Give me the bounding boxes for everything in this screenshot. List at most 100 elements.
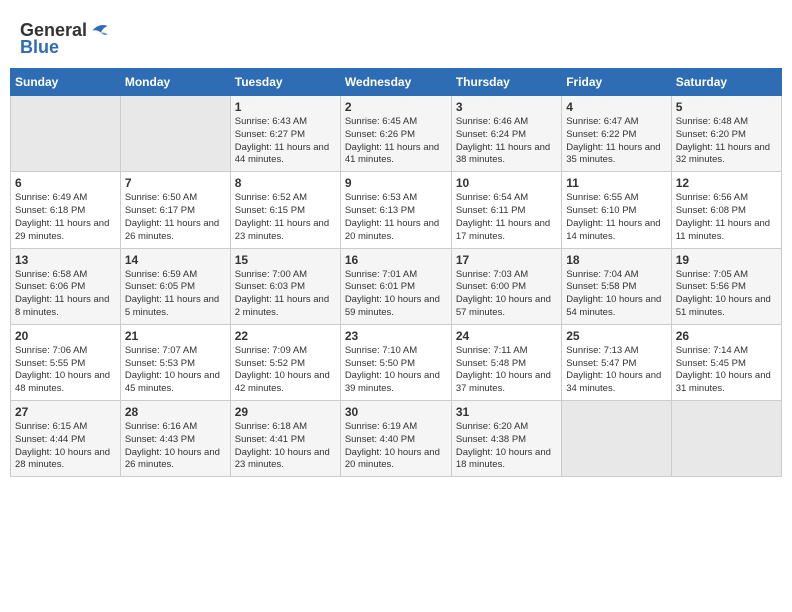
day-number: 11 bbox=[566, 176, 666, 190]
calendar-cell bbox=[671, 401, 781, 477]
cell-content: Sunrise: 6:55 AMSunset: 6:10 PMDaylight:… bbox=[566, 192, 666, 243]
calendar-week-row: 27Sunrise: 6:15 AMSunset: 4:44 PMDayligh… bbox=[11, 401, 782, 477]
calendar-table: SundayMondayTuesdayWednesdayThursdayFrid… bbox=[10, 68, 782, 477]
day-number: 22 bbox=[235, 329, 336, 343]
cell-content: Sunrise: 6:52 AMSunset: 6:15 PMDaylight:… bbox=[235, 192, 336, 243]
calendar-cell bbox=[120, 96, 230, 172]
calendar-cell: 15Sunrise: 7:00 AMSunset: 6:03 PMDayligh… bbox=[230, 248, 340, 324]
day-header-thursday: Thursday bbox=[451, 69, 561, 96]
day-number: 17 bbox=[456, 253, 557, 267]
day-number: 15 bbox=[235, 253, 336, 267]
calendar-cell: 16 Sunrise: 7:01 AMSunset: 6:01 PMDayligh… bbox=[340, 248, 451, 324]
cell-content: Sunrise: 6:54 AMSunset: 6:11 PMDaylight:… bbox=[456, 192, 557, 243]
day-number: 29 bbox=[235, 405, 336, 419]
calendar-cell: 30 Sunrise: 6:19 AMSunset: 4:40 PMDayligh… bbox=[340, 401, 451, 477]
day-header-tuesday: Tuesday bbox=[230, 69, 340, 96]
cell-content: Sunrise: 6:47 AMSunset: 6:22 PMDaylight:… bbox=[566, 116, 666, 167]
calendar-cell: 7 Sunrise: 6:50 AMSunset: 6:17 PMDaylight… bbox=[120, 172, 230, 248]
cell-content: Sunrise: 7:13 AMSunset: 5:47 PMDaylight:… bbox=[566, 345, 666, 396]
cell-content: Sunrise: 6:20 AMSunset: 4:38 PMDaylight:… bbox=[456, 421, 557, 472]
cell-content: Sunrise: 7:03 AMSunset: 6:00 PMDaylight:… bbox=[456, 269, 557, 320]
day-number: 9 bbox=[345, 176, 447, 190]
cell-content: Sunrise: 6:19 AMSunset: 4:40 PMDaylight:… bbox=[345, 421, 447, 472]
calendar-cell: 24Sunrise: 7:11 AMSunset: 5:48 PMDayligh… bbox=[451, 324, 561, 400]
calendar-cell: 21Sunrise: 7:07 AMSunset: 5:53 PMDayligh… bbox=[120, 324, 230, 400]
cell-content: Sunrise: 6:48 AMSunset: 6:20 PMDaylight:… bbox=[676, 116, 777, 167]
day-number: 5 bbox=[676, 100, 777, 114]
day-number: 3 bbox=[456, 100, 557, 114]
cell-content: Sunrise: 6:18 AMSunset: 4:41 PMDaylight:… bbox=[235, 421, 336, 472]
day-number: 12 bbox=[676, 176, 777, 190]
day-number: 4 bbox=[566, 100, 666, 114]
day-number: 31 bbox=[456, 405, 557, 419]
cell-content: Sunrise: 6:50 AMSunset: 6:17 PMDaylight:… bbox=[125, 192, 226, 243]
day-number: 6 bbox=[15, 176, 116, 190]
day-number: 30 bbox=[345, 405, 447, 419]
calendar-cell: 8 Sunrise: 6:52 AMSunset: 6:15 PMDaylight… bbox=[230, 172, 340, 248]
cell-content: Sunrise: 6:16 AMSunset: 4:43 PMDaylight:… bbox=[125, 421, 226, 472]
calendar-cell: 5 Sunrise: 6:48 AMSunset: 6:20 PMDaylight… bbox=[671, 96, 781, 172]
day-number: 13 bbox=[15, 253, 116, 267]
day-header-friday: Friday bbox=[562, 69, 671, 96]
cell-content: Sunrise: 6:56 AMSunset: 6:08 PMDaylight:… bbox=[676, 192, 777, 243]
cell-content: Sunrise: 6:53 AMSunset: 6:13 PMDaylight:… bbox=[345, 192, 447, 243]
cell-content: Sunrise: 7:04 AMSunset: 5:58 PMDaylight:… bbox=[566, 269, 666, 320]
calendar-cell: 31 Sunrise: 6:20 AMSunset: 4:38 PMDayligh… bbox=[451, 401, 561, 477]
day-number: 19 bbox=[676, 253, 777, 267]
day-number: 25 bbox=[566, 329, 666, 343]
day-header-wednesday: Wednesday bbox=[340, 69, 451, 96]
day-number: 20 bbox=[15, 329, 116, 343]
calendar-cell: 29 Sunrise: 6:18 AMSunset: 4:41 PMDayligh… bbox=[230, 401, 340, 477]
logo-bird-icon bbox=[89, 21, 109, 41]
day-number: 27 bbox=[15, 405, 116, 419]
calendar-week-row: 1Sunrise: 6:43 AMSunset: 6:27 PMDaylight… bbox=[11, 96, 782, 172]
day-number: 16 bbox=[345, 253, 447, 267]
calendar-cell: 19 Sunrise: 7:05 AMSunset: 5:56 PMDayligh… bbox=[671, 248, 781, 324]
calendar-cell: 12 Sunrise: 6:56 AMSunset: 6:08 PMDayligh… bbox=[671, 172, 781, 248]
calendar-cell bbox=[11, 96, 121, 172]
calendar-cell: 10 Sunrise: 6:54 AMSunset: 6:11 PMDayligh… bbox=[451, 172, 561, 248]
day-number: 24 bbox=[456, 329, 557, 343]
day-number: 23 bbox=[345, 329, 447, 343]
calendar-cell: 18 Sunrise: 7:04 AMSunset: 5:58 PMDayligh… bbox=[562, 248, 671, 324]
calendar-cell: 13 Sunrise: 6:58 AMSunset: 6:06 PMDayligh… bbox=[11, 248, 121, 324]
cell-content: Sunrise: 7:07 AMSunset: 5:53 PMDaylight:… bbox=[125, 345, 226, 396]
day-number: 18 bbox=[566, 253, 666, 267]
day-number: 10 bbox=[456, 176, 557, 190]
cell-content: Sunrise: 6:43 AMSunset: 6:27 PMDaylight:… bbox=[235, 116, 336, 167]
cell-content: Sunrise: 6:46 AMSunset: 6:24 PMDaylight:… bbox=[456, 116, 557, 167]
cell-content: Sunrise: 7:06 AMSunset: 5:55 PMDaylight:… bbox=[15, 345, 116, 396]
day-number: 8 bbox=[235, 176, 336, 190]
cell-content: Sunrise: 7:05 AMSunset: 5:56 PMDaylight:… bbox=[676, 269, 777, 320]
day-number: 2 bbox=[345, 100, 447, 114]
calendar-cell: 20 Sunrise: 7:06 AMSunset: 5:55 PMDayligh… bbox=[11, 324, 121, 400]
cell-content: Sunrise: 6:45 AMSunset: 6:26 PMDaylight:… bbox=[345, 116, 447, 167]
calendar-week-row: 13 Sunrise: 6:58 AMSunset: 6:06 PMDayligh… bbox=[11, 248, 782, 324]
calendar-cell: 4 Sunrise: 6:47 AMSunset: 6:22 PMDaylight… bbox=[562, 96, 671, 172]
calendar-cell bbox=[562, 401, 671, 477]
day-number: 14 bbox=[125, 253, 226, 267]
calendar-cell: 23 Sunrise: 7:10 AMSunset: 5:50 PMDayligh… bbox=[340, 324, 451, 400]
cell-content: Sunrise: 7:10 AMSunset: 5:50 PMDaylight:… bbox=[345, 345, 447, 396]
calendar-cell: 14Sunrise: 6:59 AMSunset: 6:05 PMDayligh… bbox=[120, 248, 230, 324]
calendar-cell: 3 Sunrise: 6:46 AMSunset: 6:24 PMDaylight… bbox=[451, 96, 561, 172]
cell-content: Sunrise: 6:58 AMSunset: 6:06 PMDaylight:… bbox=[15, 269, 116, 320]
day-number: 28 bbox=[125, 405, 226, 419]
calendar-cell: 6Sunrise: 6:49 AMSunset: 6:18 PMDaylight… bbox=[11, 172, 121, 248]
cell-content: Sunrise: 7:14 AMSunset: 5:45 PMDaylight:… bbox=[676, 345, 777, 396]
calendar-cell: 22 Sunrise: 7:09 AMSunset: 5:52 PMDayligh… bbox=[230, 324, 340, 400]
calendar-week-row: 20 Sunrise: 7:06 AMSunset: 5:55 PMDayligh… bbox=[11, 324, 782, 400]
day-number: 7 bbox=[125, 176, 226, 190]
calendar-cell: 26 Sunrise: 7:14 AMSunset: 5:45 PMDayligh… bbox=[671, 324, 781, 400]
calendar-cell: 25 Sunrise: 7:13 AMSunset: 5:47 PMDayligh… bbox=[562, 324, 671, 400]
calendar-week-row: 6Sunrise: 6:49 AMSunset: 6:18 PMDaylight… bbox=[11, 172, 782, 248]
cell-content: Sunrise: 7:09 AMSunset: 5:52 PMDaylight:… bbox=[235, 345, 336, 396]
logo: General Blue bbox=[20, 20, 109, 58]
day-header-sunday: Sunday bbox=[11, 69, 121, 96]
calendar-cell: 28 Sunrise: 6:16 AMSunset: 4:43 PMDayligh… bbox=[120, 401, 230, 477]
day-number: 26 bbox=[676, 329, 777, 343]
cell-content: Sunrise: 7:01 AMSunset: 6:01 PMDaylight:… bbox=[345, 269, 447, 320]
calendar-cell: 11 Sunrise: 6:55 AMSunset: 6:10 PMDayligh… bbox=[562, 172, 671, 248]
day-header-saturday: Saturday bbox=[671, 69, 781, 96]
calendar-cell: 17 Sunrise: 7:03 AMSunset: 6:00 PMDayligh… bbox=[451, 248, 561, 324]
